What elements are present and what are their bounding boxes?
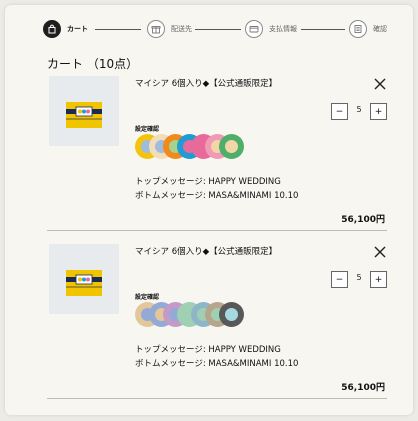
color-swatches (135, 302, 265, 328)
cart-item: マイシア 6個入り◆【公式通販限定】 − 5 + 設定確認 トップメッセージ: … (47, 244, 387, 393)
list-icon (349, 20, 367, 38)
top-message: トップメッセージ: HAPPY WEDDING (135, 177, 281, 187)
setting-confirm-label: 設定確認 (135, 294, 160, 301)
step-label: 支払情報 (269, 25, 297, 33)
color-swatches (135, 134, 265, 160)
gift-icon (147, 20, 165, 38)
step-label: 確認 (373, 25, 387, 33)
quantity-stepper: − 5 + (331, 271, 387, 288)
card-icon (245, 20, 263, 38)
cart-item: マイシア 6個入り◆【公式通販限定】 − 5 + 設定確認 トップメッセージ: … (47, 76, 387, 225)
color-swatch (219, 302, 244, 327)
item-price: 56,100円 (341, 215, 385, 225)
product-name: マイシア 6個入り◆【公式通販限定】 (135, 247, 278, 257)
quantity-stepper: − 5 + (331, 103, 387, 120)
remove-item-button[interactable] (373, 76, 387, 90)
increase-quantity-button[interactable]: + (370, 271, 387, 288)
step-cart[interactable]: カート (43, 13, 88, 45)
decrease-quantity-button[interactable]: − (331, 271, 348, 288)
product-name: マイシア 6個入り◆【公式通販限定】 (135, 79, 278, 89)
step-confirm[interactable]: 確認 (349, 13, 387, 45)
color-swatch (219, 134, 244, 159)
cart-panel: カート 配送先 支払情報 確認 カート （10点） マイシア 6個入り◆【公式通… (5, 5, 413, 415)
checkout-stepper: カート 配送先 支払情報 確認 (43, 13, 387, 45)
top-message: トップメッセージ: HAPPY WEDDING (135, 345, 281, 355)
setting-confirm-label: 設定確認 (135, 126, 160, 133)
quantity-value: 5 (356, 273, 362, 282)
item-divider (47, 230, 387, 231)
item-divider (47, 398, 387, 399)
close-icon (374, 78, 386, 90)
product-image (49, 244, 119, 314)
step-payment[interactable]: 支払情報 (245, 13, 297, 45)
product-image (49, 76, 119, 146)
step-shipping[interactable]: 配送先 (147, 13, 192, 45)
step-label: 配送先 (171, 25, 192, 33)
step-connector (195, 29, 241, 30)
increase-quantity-button[interactable]: + (370, 103, 387, 120)
close-icon (374, 246, 386, 258)
decrease-quantity-button[interactable]: − (331, 103, 348, 120)
quantity-value: 5 (356, 105, 362, 114)
step-connector (95, 29, 141, 30)
cart-title: カート （10点） (47, 57, 139, 71)
bottom-message: ボトムメッセージ: MASA&MINAMI 10.10 (135, 359, 299, 369)
bag-icon (43, 20, 61, 38)
remove-item-button[interactable] (373, 244, 387, 258)
item-price: 56,100円 (341, 383, 385, 393)
step-connector (301, 29, 345, 30)
step-label: カート (67, 25, 88, 33)
bottom-message: ボトムメッセージ: MASA&MINAMI 10.10 (135, 191, 299, 201)
